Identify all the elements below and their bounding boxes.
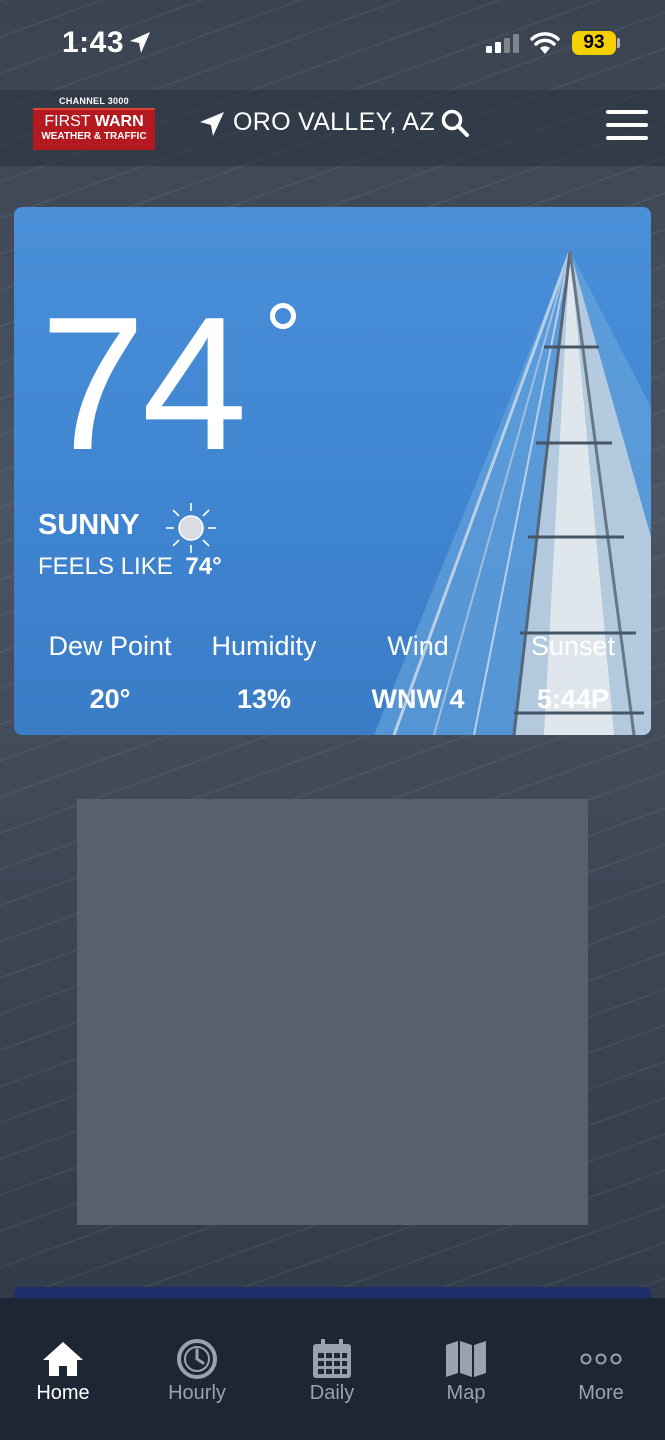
tab-label: Hourly (168, 1382, 226, 1404)
condition-text: SUNNY (38, 509, 140, 541)
stat-humidity: Humidity 13% (184, 631, 344, 715)
tab-label: Home (36, 1382, 90, 1404)
wifi-icon (530, 32, 560, 54)
logo-title: FIRST WARN (33, 110, 155, 131)
stat-value: 20° (89, 684, 131, 714)
current-conditions-card: 74 SUNNY FEELS LIKE 74° Dew Point 20° Hu… (14, 207, 651, 735)
calendar-icon (313, 1339, 351, 1378)
stat-value: 5:44P (536, 684, 610, 714)
battery-tip (617, 38, 620, 48)
map-icon (446, 1341, 486, 1377)
app-header: CHANNEL 3000 FIRST WARN WEATHER & TRAFFI… (0, 90, 665, 166)
stat-dew-point: Dew Point 20° (30, 631, 190, 715)
stat-wind: Wind WNW 4 (338, 631, 498, 715)
location-services-icon (130, 32, 150, 53)
first-warn-logo[interactable]: CHANNEL 3000 FIRST WARN WEATHER & TRAFFI… (33, 96, 155, 150)
logo-subtitle: WEATHER & TRAFFIC (41, 131, 147, 142)
tab-more[interactable]: More (546, 1338, 656, 1405)
current-location-icon[interactable] (198, 110, 226, 138)
tab-label: More (578, 1382, 624, 1404)
more-dots-icon (580, 1353, 622, 1365)
feels-like-value: 74° (185, 553, 222, 580)
tab-home[interactable]: Home (8, 1338, 118, 1405)
clock-icon (177, 1339, 217, 1379)
logo-title-warn: WARN (94, 113, 144, 130)
tab-hourly[interactable]: Hourly (142, 1338, 252, 1405)
sunny-icon (166, 503, 216, 553)
feels-like-label: FEELS LIKE (38, 553, 173, 580)
stat-label: Dew Point (48, 631, 172, 661)
tab-map[interactable]: Map (411, 1338, 521, 1405)
logo-title-first: FIRST (44, 113, 95, 130)
ad-placeholder[interactable] (77, 799, 588, 1225)
feels-like: FEELS LIKE 74° (38, 553, 222, 581)
status-bar: 1:43 93 (0, 0, 665, 90)
search-icon[interactable] (440, 108, 470, 138)
tab-daily[interactable]: Daily (277, 1338, 387, 1405)
hamburger-menu-icon[interactable] (606, 110, 648, 149)
tab-label: Daily (309, 1382, 355, 1404)
tab-label: Map (446, 1382, 486, 1404)
logo-badge: FIRST WARN WEATHER & TRAFFIC (33, 108, 155, 150)
stat-label: Wind (387, 631, 449, 661)
stat-sunset: Sunset 5:44P (493, 631, 651, 715)
status-time: 1:43 (62, 26, 125, 59)
location-name[interactable]: ORO VALLEY, AZ (233, 108, 435, 137)
battery-level: 93 (572, 31, 616, 55)
cellular-signal-icon (486, 34, 519, 53)
degree-symbol (270, 303, 296, 329)
stat-label: Sunset (530, 631, 616, 661)
stat-label: Humidity (211, 631, 317, 661)
bottom-tab-bar: Home Hourly Daily Map More (0, 1298, 665, 1440)
stat-value: WNW 4 (371, 684, 465, 714)
home-icon (43, 1342, 83, 1376)
stat-value: 13% (236, 684, 292, 714)
logo-channel-text: CHANNEL 3000 (59, 96, 129, 106)
current-temperature: 74 (40, 278, 247, 490)
